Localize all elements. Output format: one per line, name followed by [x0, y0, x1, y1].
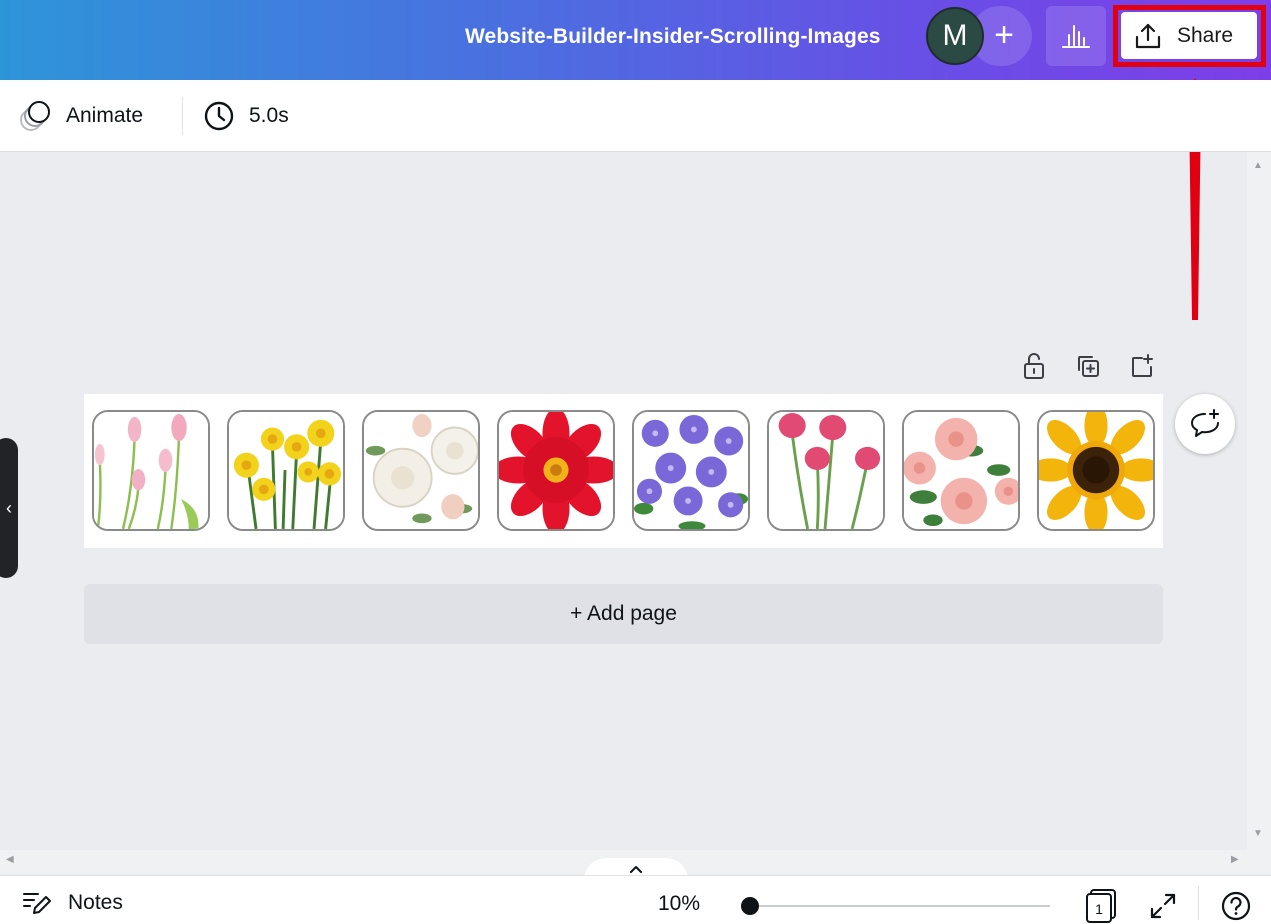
top-bar: Website-Builder-Insider-Scrolling-Images… [0, 0, 1271, 80]
scroll-up-icon[interactable]: ▲ [1253, 160, 1263, 171]
bar-chart-icon [1062, 25, 1090, 48]
share-button[interactable]: Share [1121, 12, 1257, 59]
pink-roses-image [904, 412, 1018, 529]
tulips-image [94, 412, 208, 529]
image-tile-sunflower[interactable] [1037, 410, 1155, 531]
image-tile-red-dahlia[interactable] [497, 410, 615, 531]
animate-label: Animate [66, 104, 144, 127]
image-tile-bellflowers[interactable] [632, 410, 750, 531]
add-page-icon [1132, 354, 1153, 377]
scroll-left-icon[interactable]: ◀ [6, 854, 14, 865]
zoom-level[interactable]: 10% [658, 892, 700, 916]
bellflowers-image [634, 412, 748, 529]
white-roses-image [364, 412, 478, 529]
chevron-up-icon [630, 866, 642, 873]
expand-icon [1150, 893, 1176, 919]
image-tile-daffodils[interactable] [227, 410, 345, 531]
side-panel-toggle[interactable]: ‹ [0, 438, 18, 578]
scroll-down-icon[interactable]: ▼ [1253, 828, 1263, 839]
sunflower-image [1039, 412, 1153, 529]
lock-page-button[interactable] [1019, 350, 1049, 382]
unlock-icon [1024, 353, 1044, 379]
pages-icon: 1 [1086, 889, 1116, 923]
design-page[interactable] [84, 394, 1163, 548]
bottom-bar: Notes 10% 1 [0, 875, 1271, 924]
red-dahlia-image [499, 412, 613, 529]
add-new-page-button[interactable] [1127, 350, 1157, 382]
add-page-button[interactable]: + Add page [84, 584, 1163, 644]
animate-icon [20, 101, 50, 131]
add-comment-button[interactable] [1175, 394, 1235, 454]
footer-divider [1198, 886, 1199, 920]
document-title[interactable]: Website-Builder-Insider-Scrolling-Images [465, 22, 881, 52]
zoom-slider-thumb[interactable] [741, 897, 759, 915]
help-button[interactable] [1220, 890, 1252, 922]
zoom-slider-track[interactable] [750, 905, 1050, 907]
image-tile-pink-tulips[interactable] [767, 410, 885, 531]
comment-add-icon [1191, 409, 1219, 437]
user-avatar[interactable]: M [926, 7, 984, 65]
duplicate-page-icon [1078, 356, 1099, 377]
share-label: Share [1177, 23, 1234, 47]
duration-button[interactable]: 5.0s [203, 98, 289, 134]
image-tile-pink-roses[interactable] [902, 410, 1020, 531]
daffodils-image [229, 412, 343, 529]
add-collaborator-button[interactable]: + [986, 18, 1022, 54]
fullscreen-button[interactable] [1148, 891, 1178, 921]
image-tile-tulips[interactable] [92, 410, 210, 531]
notes-pencil-icon [23, 893, 51, 914]
image-tile-white-roses[interactable] [362, 410, 480, 531]
clock-icon [204, 101, 234, 131]
page-grid-button[interactable]: 1 [1084, 888, 1118, 924]
duration-label: 5.0s [249, 104, 289, 127]
duplicate-page-button[interactable] [1073, 350, 1103, 382]
chevron-left-icon: ‹ [6, 497, 12, 518]
insights-button[interactable] [1046, 6, 1106, 66]
help-icon [1221, 891, 1251, 921]
upload-icon [1135, 23, 1161, 48]
notes-button[interactable]: Notes [22, 889, 123, 917]
page-count: 1 [1095, 901, 1103, 917]
animate-button[interactable]: Animate [18, 98, 143, 134]
toolbar-divider [182, 97, 183, 135]
pink-tulips-image [769, 412, 883, 529]
scroll-right-icon[interactable]: ▶ [1231, 854, 1239, 865]
vertical-scrollbar[interactable]: ▲ ▼ [1247, 152, 1271, 850]
avatar-initial: M [942, 19, 968, 52]
notes-label: Notes [68, 891, 123, 914]
editor-toolbar: Animate 5.0s [0, 80, 1271, 152]
scrollbar-corner [1247, 850, 1271, 874]
